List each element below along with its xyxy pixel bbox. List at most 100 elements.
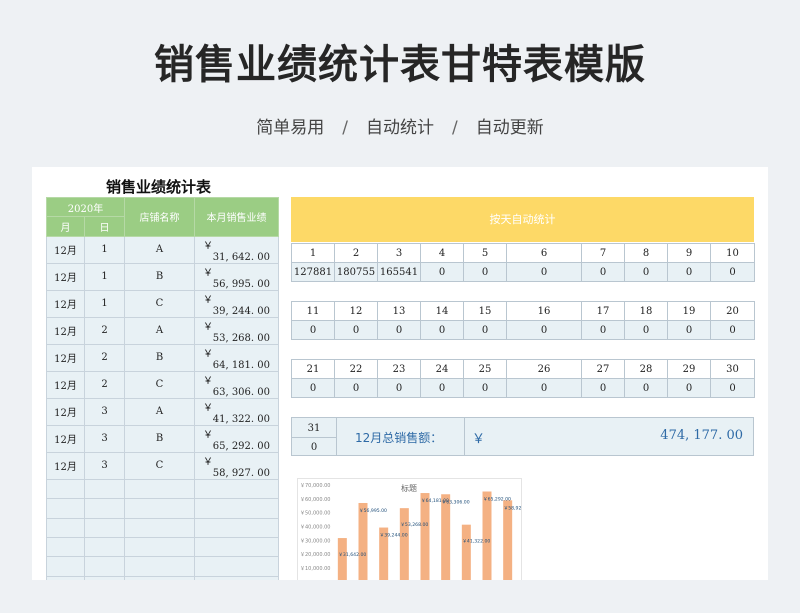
bar bbox=[503, 500, 513, 580]
store-cell: A bbox=[124, 397, 195, 426]
currency-symbol: ￥ bbox=[203, 348, 213, 360]
day-value: 0 bbox=[667, 262, 711, 282]
bar bbox=[420, 493, 430, 580]
day-value: 0 bbox=[506, 378, 582, 398]
amount-cell: ￥ 64, 181. 00 bbox=[194, 343, 279, 372]
table-row: 12月 1 B ￥ 56, 995. 00 bbox=[46, 262, 279, 291]
feature-1: 简单易用 bbox=[256, 118, 325, 138]
day-value: 0 bbox=[710, 320, 755, 340]
day-number: 14 bbox=[420, 301, 464, 321]
data-label: ￥53,268.00 bbox=[400, 522, 428, 528]
day-value: 0 bbox=[420, 378, 464, 398]
day-value: 0 bbox=[377, 378, 421, 398]
currency-symbol: ￥ bbox=[203, 375, 213, 387]
chart-title: 标题 bbox=[401, 483, 417, 493]
store-cell: C bbox=[124, 289, 195, 318]
day-number: 24 bbox=[420, 359, 464, 379]
day-value: 0 bbox=[506, 262, 582, 282]
currency-symbol: ￥ bbox=[203, 321, 213, 333]
amount-value: 39, 244. 00 bbox=[212, 305, 270, 317]
day-value: 0 bbox=[581, 262, 625, 282]
store-cell: C bbox=[124, 370, 195, 399]
table-row: 12月 3 B ￥ 65, 292. 00 bbox=[46, 424, 279, 453]
y-tick-label: ￥50,000.00 bbox=[300, 511, 330, 517]
bar bbox=[399, 508, 409, 580]
month-cell: 12月 bbox=[46, 370, 85, 399]
day-value-row: 0000000000 bbox=[291, 320, 755, 340]
table-row: 12月 3 A ￥ 41, 322. 00 bbox=[46, 397, 279, 426]
day-31-cell: 31 0 bbox=[292, 418, 337, 455]
day-number: 29 bbox=[667, 359, 711, 379]
day-value: 0 bbox=[420, 262, 464, 282]
day-cell: 3 bbox=[84, 451, 125, 480]
day-value: 0 bbox=[624, 320, 668, 340]
day-number: 22 bbox=[334, 359, 378, 379]
day-cell: 2 bbox=[84, 316, 125, 345]
total-label: 12月总销售额： bbox=[355, 431, 443, 445]
day-value: 0 bbox=[581, 320, 625, 340]
day-number: 6 bbox=[506, 243, 582, 263]
day-value: 127881 bbox=[291, 262, 335, 282]
empty-row bbox=[46, 498, 279, 519]
day-cell: 3 bbox=[84, 397, 125, 426]
y-tick-label: ￥70,000.00 bbox=[300, 483, 330, 489]
table-row: 12月 3 C ￥ 58, 927. 00 bbox=[46, 451, 279, 480]
table-row: 12月 1 C ￥ 39, 244. 00 bbox=[46, 289, 279, 318]
day-number: 30 bbox=[710, 359, 755, 379]
y-tick-label: ￥20,000.00 bbox=[300, 552, 330, 558]
empty-row bbox=[46, 536, 279, 558]
day-value: 180755 bbox=[334, 262, 378, 282]
day-cell: 1 bbox=[84, 262, 125, 291]
day-cell: 3 bbox=[84, 424, 125, 453]
day-number: 2 bbox=[334, 243, 378, 263]
day-31-value: 0 bbox=[310, 442, 318, 453]
empty-row bbox=[46, 478, 279, 500]
day-number: 20 bbox=[710, 301, 755, 321]
day-number: 19 bbox=[667, 301, 711, 321]
sales-header: 本月销售业绩 bbox=[194, 197, 279, 237]
day-value: 0 bbox=[463, 320, 507, 340]
day-cell: 2 bbox=[84, 343, 125, 372]
month-cell: 12月 bbox=[46, 343, 85, 372]
day-number-row: 1 2 3 4 5 6 7 8 9 10 bbox=[291, 243, 755, 263]
day-number-row: 21 22 23 24 25 26 27 28 29 30 bbox=[291, 359, 755, 379]
day-value: 165541 bbox=[377, 262, 421, 282]
feature-2: 自动统计 bbox=[366, 118, 434, 138]
amount-value: 41, 322. 00 bbox=[212, 413, 270, 425]
bar bbox=[337, 538, 347, 580]
store-cell: B bbox=[124, 262, 195, 291]
day-number: 3 bbox=[377, 243, 421, 263]
month-header: 月 bbox=[46, 216, 85, 237]
data-label: ￥41,322.00 bbox=[462, 539, 490, 545]
table-row: 12月 1 A ￥ 31, 642. 00 bbox=[46, 235, 279, 264]
day-value: 0 bbox=[334, 378, 378, 398]
day-number: 1 bbox=[291, 243, 335, 263]
empty-row bbox=[46, 517, 279, 538]
amount-value: 56, 995. 00 bbox=[212, 278, 270, 290]
day-value: 0 bbox=[667, 378, 711, 398]
day-number: 13 bbox=[377, 301, 421, 321]
y-tick-label: ￥40,000.00 bbox=[300, 525, 330, 531]
data-label: ￥58,927.00 bbox=[504, 505, 521, 511]
day-number: 16 bbox=[506, 301, 582, 321]
day-31-label: 31 bbox=[307, 423, 321, 434]
bar bbox=[482, 491, 492, 580]
amount-cell: ￥ 53, 268. 00 bbox=[194, 316, 279, 345]
day-value: 0 bbox=[463, 262, 507, 282]
empty-row bbox=[46, 556, 279, 577]
empty-row bbox=[46, 575, 279, 580]
table-row: 12月 2 A ￥ 53, 268. 00 bbox=[46, 316, 279, 345]
monthly-total-box: 31 0 12月总销售额： ￥ 474, 177. 00 bbox=[291, 417, 754, 456]
store-cell: B bbox=[124, 424, 195, 453]
amount-cell: ￥ 65, 292. 00 bbox=[194, 424, 279, 453]
day-cell: 1 bbox=[84, 289, 125, 318]
amount-value: 64, 181. 00 bbox=[212, 359, 270, 371]
spreadsheet-preview: 销售业绩统计表 2020年 店铺名称 本月销售业绩 月 日 12月 1 A ￥ 31, … bbox=[32, 167, 768, 580]
bar bbox=[441, 494, 451, 580]
separator: / bbox=[452, 118, 458, 138]
amount-value: 58, 927. 00 bbox=[212, 467, 270, 479]
bar bbox=[358, 502, 368, 580]
currency-symbol: ￥ bbox=[203, 402, 213, 414]
month-cell: 12月 bbox=[46, 451, 85, 480]
currency-symbol: ￥ bbox=[203, 456, 213, 468]
